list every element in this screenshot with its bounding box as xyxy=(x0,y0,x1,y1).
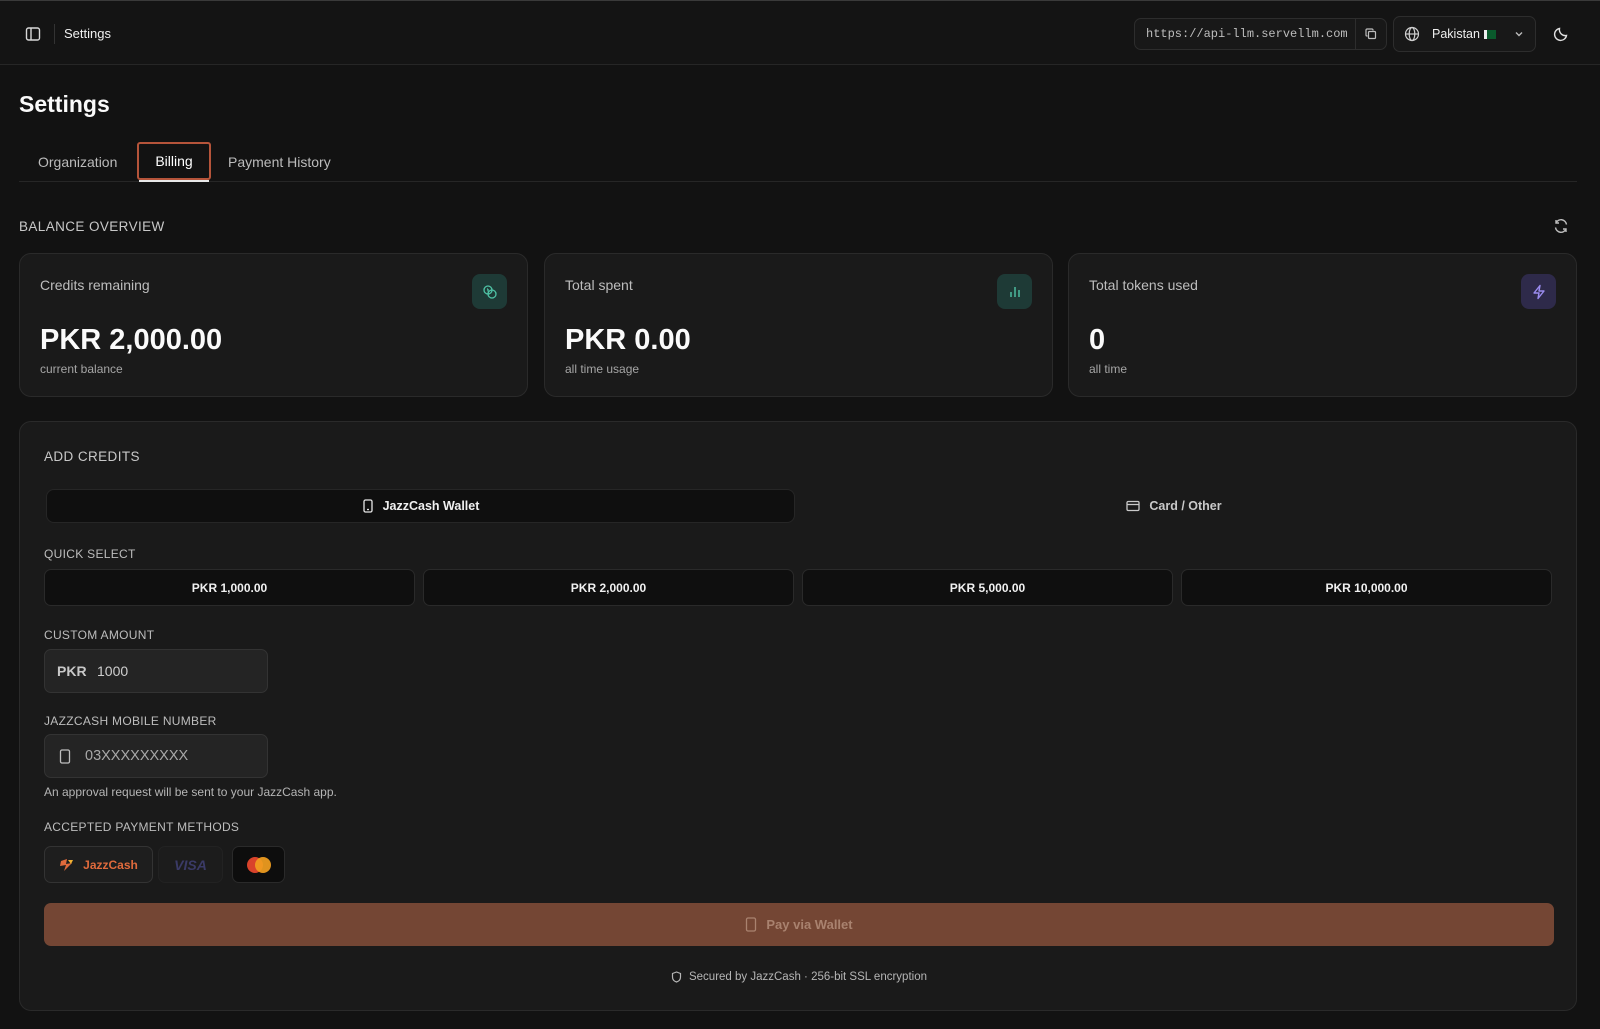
card-label: Total spent xyxy=(565,277,633,293)
globe-icon xyxy=(1404,26,1420,42)
credits-remaining-card: Credits remaining PKR 2,000.00 current b… xyxy=(19,253,528,397)
card-subtext: all time usage xyxy=(565,362,640,376)
breadcrumb-title: Settings xyxy=(64,26,111,41)
method-label: Card / Other xyxy=(1149,499,1222,513)
country-label: Pakistan xyxy=(1432,27,1480,41)
card-value: PKR 0.00 xyxy=(565,324,691,356)
total-spent-card: Total spent PKR 0.00 all time usage xyxy=(544,253,1053,397)
jazzcash-logo: JazzCash xyxy=(44,846,153,883)
phone-icon xyxy=(362,499,373,513)
total-tokens-card: Total tokens used 0 all time xyxy=(1068,253,1577,397)
chevron-down-icon xyxy=(1515,32,1523,37)
security-text: Secured by JazzCash · 256-bit SSL encryp… xyxy=(688,971,927,983)
mobile-number-label: JAZZCASH MOBILE NUMBER xyxy=(44,714,217,728)
api-url-box: https://api-llm.servellm.com xyxy=(1134,18,1387,50)
topbar-divider xyxy=(54,24,55,44)
visa-logo: VISA xyxy=(158,846,223,883)
zap-icon xyxy=(1521,274,1556,309)
tab-organization[interactable]: Organization xyxy=(38,142,117,182)
moon-icon xyxy=(1553,27,1568,42)
quick-amount-button[interactable]: PKR 10,000.00 xyxy=(1181,569,1552,606)
copy-url-button[interactable] xyxy=(1355,19,1386,49)
tab-billing[interactable]: Billing xyxy=(137,142,211,182)
sidebar-toggle-icon[interactable] xyxy=(22,23,44,45)
api-url-text: https://api-llm.servellm.com xyxy=(1146,27,1348,41)
phone-icon xyxy=(746,917,757,932)
currency-prefix: PKR xyxy=(57,663,87,679)
security-note: Secured by JazzCash · 256-bit SSL encryp… xyxy=(20,971,1578,983)
refresh-icon xyxy=(1554,219,1568,233)
card-subtext: current balance xyxy=(40,362,123,376)
card-value: PKR 2,000.00 xyxy=(40,324,223,356)
jazzcash-label: JazzCash xyxy=(83,857,138,872)
refresh-button[interactable] xyxy=(1552,217,1570,235)
settings-tabs: Organization Billing Payment History xyxy=(19,142,1577,182)
mobile-number-field xyxy=(44,734,268,778)
custom-amount-label: CUSTOM AMOUNT xyxy=(44,628,155,642)
balance-overview-heading: BALANCE OVERVIEW xyxy=(19,219,165,234)
method-label: JazzCash Wallet xyxy=(382,499,480,513)
accepted-methods-label: ACCEPTED PAYMENT METHODS xyxy=(44,820,240,834)
custom-amount-input[interactable] xyxy=(97,663,247,679)
tab-payment-history[interactable]: Payment History xyxy=(228,142,331,182)
jazzcash-icon xyxy=(60,858,74,871)
pay-button-label: Pay via Wallet xyxy=(766,917,853,932)
custom-amount-field: PKR xyxy=(44,649,268,693)
quick-amount-button[interactable]: PKR 2,000.00 xyxy=(423,569,794,606)
copy-icon xyxy=(1365,28,1377,40)
mobile-hint: An approval request will be sent to your… xyxy=(44,785,337,799)
card-label: Credits remaining xyxy=(40,277,150,293)
phone-icon xyxy=(45,748,85,764)
quick-amount-button[interactable]: PKR 1,000.00 xyxy=(44,569,415,606)
mastercard-logo xyxy=(232,846,285,883)
card-other-tab[interactable]: Card / Other xyxy=(798,489,1550,523)
coins-icon xyxy=(472,274,507,309)
jazzcash-wallet-tab[interactable]: JazzCash Wallet xyxy=(46,489,795,523)
page-title: Settings xyxy=(19,91,110,117)
card-value: 0 xyxy=(1089,324,1106,356)
top-bar: Settings https://api-llm.servellm.com Pa… xyxy=(0,0,1600,65)
shield-icon xyxy=(671,971,682,983)
country-select[interactable]: Pakistan xyxy=(1393,16,1536,52)
payment-method-toggle: JazzCash Wallet Card / Other xyxy=(46,489,1550,523)
credit-card-icon xyxy=(1126,500,1141,512)
pay-via-wallet-button[interactable]: Pay via Wallet xyxy=(44,903,1554,946)
bar-chart-icon xyxy=(997,274,1032,309)
mobile-number-input[interactable] xyxy=(85,748,255,764)
mastercard-icon xyxy=(246,856,271,873)
add-credits-heading: ADD CREDITS xyxy=(44,449,140,464)
pakistan-flag-icon xyxy=(1483,29,1496,39)
add-credits-panel: ADD CREDITS JazzCash Wallet Card / Other… xyxy=(19,421,1577,1011)
theme-toggle-button[interactable] xyxy=(1550,23,1572,45)
quick-amount-button[interactable]: PKR 5,000.00 xyxy=(802,569,1173,606)
quick-select-label: QUICK SELECT xyxy=(44,547,136,561)
card-label: Total tokens used xyxy=(1089,277,1198,293)
card-subtext: all time xyxy=(1089,362,1128,376)
quick-select-row: PKR 1,000.00 PKR 2,000.00 PKR 5,000.00 P… xyxy=(44,569,1554,606)
